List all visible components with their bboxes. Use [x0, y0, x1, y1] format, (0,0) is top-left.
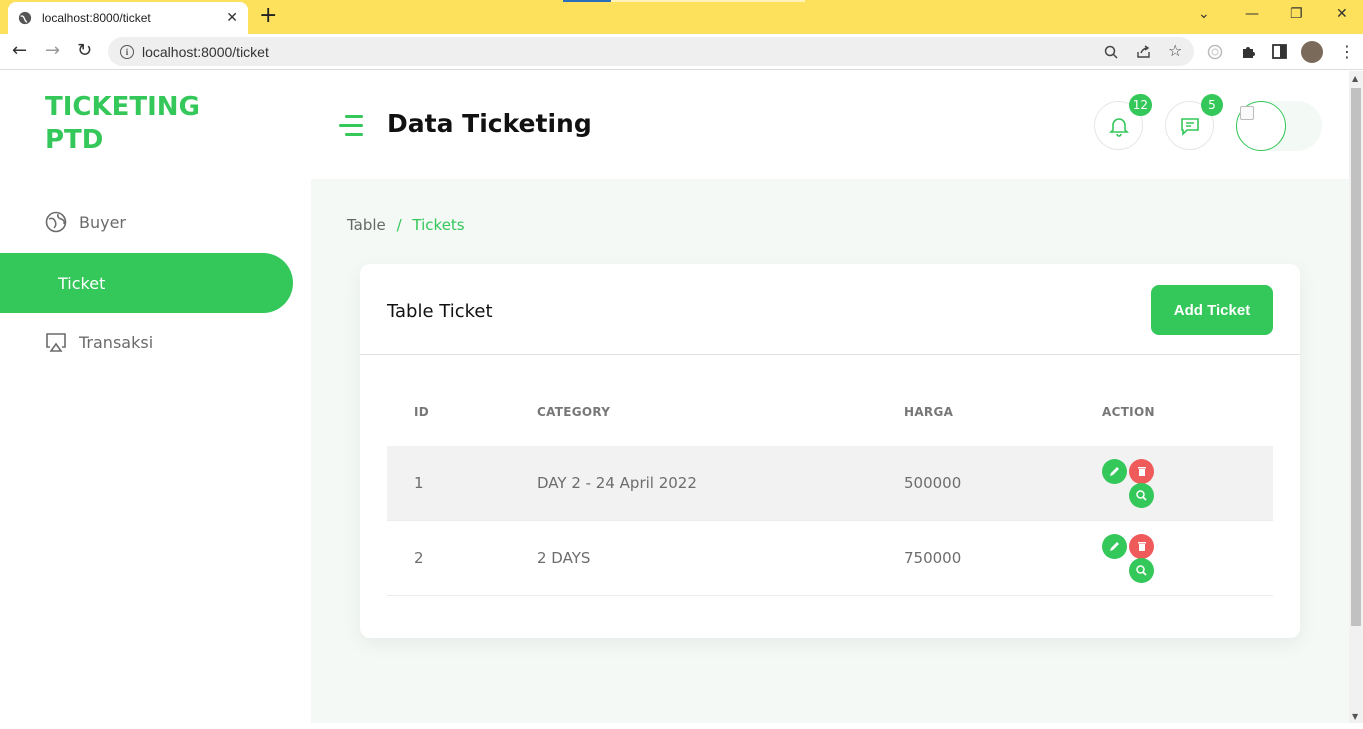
back-icon[interactable]: ←: [12, 40, 27, 62]
column-header-harga: HARGA: [904, 405, 954, 419]
sidebar-item-label: Buyer: [79, 212, 127, 232]
sidepanel-icon[interactable]: [1272, 44, 1287, 59]
profile-icon[interactable]: [1301, 41, 1323, 63]
delete-button[interactable]: [1129, 459, 1154, 484]
menu-icon[interactable]: ⋮: [1339, 42, 1355, 61]
share-icon[interactable]: [1136, 45, 1151, 59]
broken-image-icon: [1240, 106, 1254, 120]
profile-menu[interactable]: [1236, 101, 1322, 151]
star-icon[interactable]: ☆: [1168, 41, 1182, 60]
url-text: localhost:8000/ticket: [142, 43, 269, 60]
edit-button[interactable]: [1102, 534, 1127, 559]
extension-icon[interactable]: [1207, 44, 1223, 60]
breadcrumb-parent[interactable]: Table: [347, 216, 386, 234]
airplay-icon: [46, 333, 66, 352]
card-title: Table Ticket: [387, 301, 493, 322]
view-button[interactable]: [1129, 483, 1154, 508]
forward-icon[interactable]: →: [45, 40, 60, 62]
tab-title: localhost:8000/ticket: [42, 11, 151, 25]
chat-icon: [1180, 117, 1199, 136]
view-button[interactable]: [1129, 558, 1154, 583]
trash-icon: [1137, 467, 1146, 476]
breadcrumb: Table / Tickets: [347, 216, 465, 234]
browser-tab-bar: localhost:8000/ticket ✕ + ⌄ — ❐ ✕: [0, 0, 1363, 34]
notification-badge: 12: [1128, 94, 1152, 116]
edit-button[interactable]: [1102, 459, 1127, 484]
zoom-in-icon: [1136, 565, 1147, 576]
zoom-in-icon: [1136, 490, 1147, 501]
restore-icon[interactable]: ❐: [1290, 6, 1303, 22]
column-header-category: CATEGORY: [537, 405, 611, 419]
app-logo[interactable]: TICKETING PTD: [45, 91, 215, 157]
cell-harga: 750000: [904, 549, 962, 567]
scrollbar-thumb[interactable]: [1351, 88, 1361, 626]
sidebar-item-transaksi[interactable]: Transaksi: [0, 312, 293, 372]
menu-toggle-icon[interactable]: [339, 115, 363, 142]
globe-icon: [45, 211, 67, 233]
close-icon[interactable]: ✕: [226, 10, 238, 26]
reload-icon[interactable]: ↻: [77, 40, 92, 62]
chevron-down-icon[interactable]: ⌄: [1198, 6, 1210, 22]
plus-icon[interactable]: +: [259, 5, 277, 27]
breadcrumb-current: Tickets: [412, 216, 465, 234]
cell-harga: 500000: [904, 474, 962, 492]
bell-icon: [1108, 117, 1129, 137]
cell-id: 1: [414, 474, 424, 492]
browser-toolbar: ← → ↻ i localhost:8000/ticket ☆: [0, 34, 1363, 70]
avatar[interactable]: [1236, 101, 1286, 151]
zoom-icon[interactable]: [1104, 45, 1118, 59]
tab-strip-highlight: [611, 0, 805, 2]
ticket-card: Table Ticket Add Ticket ID CATEGORY HARG…: [360, 264, 1300, 638]
scroll-down-icon[interactable]: ▼: [1352, 712, 1358, 721]
add-ticket-button[interactable]: Add Ticket: [1151, 285, 1273, 335]
tab-strip-accent: [563, 0, 611, 2]
delete-button[interactable]: [1129, 534, 1154, 559]
cell-id: 2: [414, 549, 424, 567]
address-bar[interactable]: i localhost:8000/ticket ☆: [108, 37, 1194, 66]
pencil-icon: [1110, 542, 1119, 551]
column-header-id: ID: [414, 405, 430, 419]
window-close-icon[interactable]: ✕: [1336, 6, 1348, 22]
app-root: TICKETING PTD Buyer Ticket Transaksi Dat…: [0, 71, 1349, 723]
puzzle-icon[interactable]: [1240, 44, 1256, 60]
notification-button[interactable]: 12: [1094, 94, 1152, 150]
cell-category: 2 DAYS: [537, 549, 591, 567]
page-title: Data Ticketing: [387, 109, 592, 138]
sidebar-item-label: Transaksi: [79, 332, 154, 352]
table-row: 1 DAY 2 - 24 April 2022 500000: [387, 446, 1273, 521]
trash-icon: [1137, 542, 1146, 551]
minimize-icon[interactable]: —: [1245, 6, 1259, 22]
messages-badge: 5: [1201, 94, 1223, 116]
sidebar-item-buyer[interactable]: Buyer: [0, 192, 293, 252]
info-icon[interactable]: i: [120, 44, 134, 59]
column-header-action: ACTION: [1102, 405, 1155, 419]
pencil-icon: [1110, 467, 1119, 476]
messages-button[interactable]: 5: [1165, 94, 1223, 150]
browser-tab[interactable]: localhost:8000/ticket ✕: [8, 2, 248, 34]
breadcrumb-separator: /: [396, 216, 402, 234]
globe-icon: [18, 11, 32, 25]
cell-category: DAY 2 - 24 April 2022: [537, 474, 697, 492]
table-row: 2 2 DAYS 750000: [387, 521, 1273, 596]
sidebar-item-ticket[interactable]: Ticket: [0, 253, 293, 313]
scroll-up-icon[interactable]: ▲: [1352, 74, 1358, 83]
sidebar-item-label: Ticket: [58, 273, 106, 293]
divider: [360, 354, 1300, 355]
